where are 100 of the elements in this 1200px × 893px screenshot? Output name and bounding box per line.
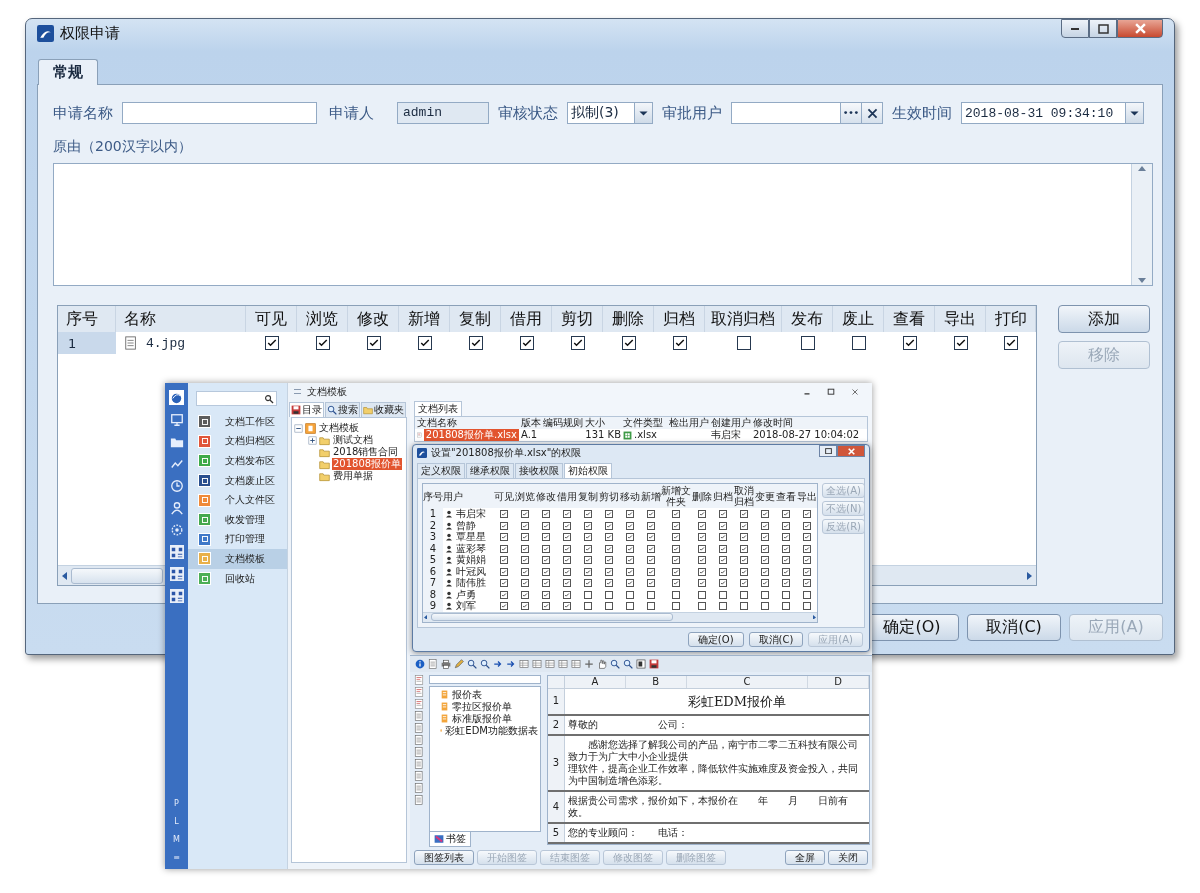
checkbox[interactable]: [562, 510, 571, 518]
tab[interactable]: 接收权限: [515, 463, 563, 478]
checkbox[interactable]: [541, 544, 550, 553]
column-header[interactable]: 浏览: [514, 490, 535, 502]
text-field[interactable]: [731, 102, 841, 124]
checkbox[interactable]: [697, 602, 706, 610]
checkbox[interactable]: [315, 336, 330, 350]
nav-item[interactable]: 文档归档区: [188, 431, 287, 452]
checkbox[interactable]: [646, 590, 655, 599]
checkbox[interactable]: [541, 521, 550, 530]
tree-item[interactable]: 文档模板: [318, 422, 360, 434]
checkbox[interactable]: [562, 556, 571, 564]
tree-item[interactable]: 测试文档: [332, 434, 374, 446]
column-header[interactable]: 新增文件夹: [661, 485, 691, 507]
checkbox[interactable]: [520, 533, 529, 541]
column-header[interactable]: 新增: [640, 490, 661, 502]
checkbox[interactable]: [646, 602, 655, 610]
checkbox[interactable]: [541, 579, 550, 587]
column-header[interactable]: 废止: [833, 306, 884, 332]
nav-item[interactable]: 个人文件区: [188, 490, 287, 510]
checkbox[interactable]: [646, 579, 655, 587]
checkbox[interactable]: [802, 521, 811, 530]
checkbox[interactable]: [583, 602, 592, 610]
collapse-icon[interactable]: [294, 423, 303, 433]
nav-item[interactable]: 文档工作区: [188, 412, 287, 432]
checkbox[interactable]: [718, 533, 727, 541]
column-header[interactable]: 版本: [519, 417, 541, 429]
date-time-field[interactable]: 2018-08-31 09:34:10: [961, 102, 1144, 124]
checkbox[interactable]: [541, 533, 550, 541]
maximize-button[interactable]: [1089, 19, 1117, 38]
checkbox[interactable]: [499, 556, 508, 564]
column-header[interactable]: 大小: [583, 417, 621, 429]
checkbox[interactable]: [697, 544, 706, 553]
scroll-thumb[interactable]: [71, 567, 163, 584]
close-button[interactable]: [837, 445, 865, 457]
checkbox[interactable]: [562, 533, 571, 541]
checkbox[interactable]: [625, 579, 634, 587]
checkbox[interactable]: [499, 510, 508, 518]
column-header[interactable]: 取消归档: [705, 306, 782, 332]
checkbox[interactable]: [541, 602, 550, 610]
nav-item[interactable]: 文档发布区: [188, 451, 287, 471]
checkbox[interactable]: [604, 556, 613, 564]
checkbox[interactable]: [541, 556, 550, 564]
nav-item[interactable]: 收发管理: [188, 509, 287, 530]
checkbox[interactable]: [562, 579, 571, 587]
checkbox[interactable]: [760, 544, 769, 553]
text-field[interactable]: [122, 102, 317, 124]
checkbox[interactable]: [802, 590, 811, 599]
checkbox[interactable]: [646, 567, 655, 576]
checkbox[interactable]: [672, 556, 680, 564]
button[interactable]: 图签列表: [414, 850, 474, 866]
column-header[interactable]: 序号: [423, 490, 443, 502]
rail-item[interactable]: M: [173, 835, 180, 846]
column-header[interactable]: 名称: [116, 306, 246, 332]
checkbox[interactable]: [902, 336, 917, 350]
checkbox[interactable]: [541, 510, 550, 518]
checkbox[interactable]: [802, 533, 811, 541]
column-header[interactable]: 检出用户: [667, 417, 709, 429]
checkbox[interactable]: [760, 567, 769, 576]
checkbox[interactable]: [519, 336, 534, 350]
checkbox[interactable]: [781, 556, 790, 564]
tab[interactable]: 收藏夹: [361, 402, 406, 417]
checkbox[interactable]: [625, 510, 634, 518]
column-header[interactable]: 移动: [619, 490, 640, 502]
checkbox[interactable]: [625, 521, 634, 530]
checkbox[interactable]: [697, 579, 706, 587]
column-header[interactable]: 可见: [493, 490, 514, 502]
checkbox[interactable]: [625, 533, 634, 541]
zoom-in-button[interactable]: [466, 657, 478, 670]
magnifier-button[interactable]: [609, 657, 621, 670]
column-header[interactable]: 借用: [556, 490, 577, 502]
table-button[interactable]: [531, 657, 543, 670]
checkbox[interactable]: [802, 567, 811, 576]
outline-item[interactable]: 标准版报价单: [452, 712, 512, 725]
column-header[interactable]: 可见: [246, 306, 297, 332]
checkbox[interactable]: [604, 590, 613, 599]
checkbox[interactable]: [739, 602, 748, 610]
checkbox[interactable]: [760, 590, 769, 599]
tab[interactable]: 搜索: [325, 402, 360, 417]
column-header[interactable]: 查看: [775, 490, 796, 502]
outline-item[interactable]: 报价表: [452, 688, 482, 701]
minimize-button[interactable]: [1061, 19, 1089, 38]
checkbox[interactable]: [520, 579, 529, 587]
checkbox[interactable]: [718, 579, 727, 587]
checkbox[interactable]: [760, 521, 769, 530]
file-name[interactable]: 201808报价单.xlsx: [423, 429, 519, 441]
checkbox[interactable]: [499, 602, 508, 610]
checkbox[interactable]: [646, 533, 655, 541]
plus-button[interactable]: [583, 657, 595, 670]
close-button[interactable]: [1117, 19, 1163, 38]
checkbox[interactable]: [718, 544, 727, 553]
checkbox[interactable]: [800, 336, 815, 350]
checkbox[interactable]: [672, 510, 680, 518]
checkbox[interactable]: [697, 556, 706, 564]
checkbox[interactable]: [739, 510, 748, 518]
checkbox[interactable]: [739, 544, 748, 553]
checkbox[interactable]: [583, 533, 592, 541]
checkbox[interactable]: [672, 336, 687, 350]
checkbox[interactable]: [583, 567, 592, 576]
search-field[interactable]: [196, 391, 277, 406]
